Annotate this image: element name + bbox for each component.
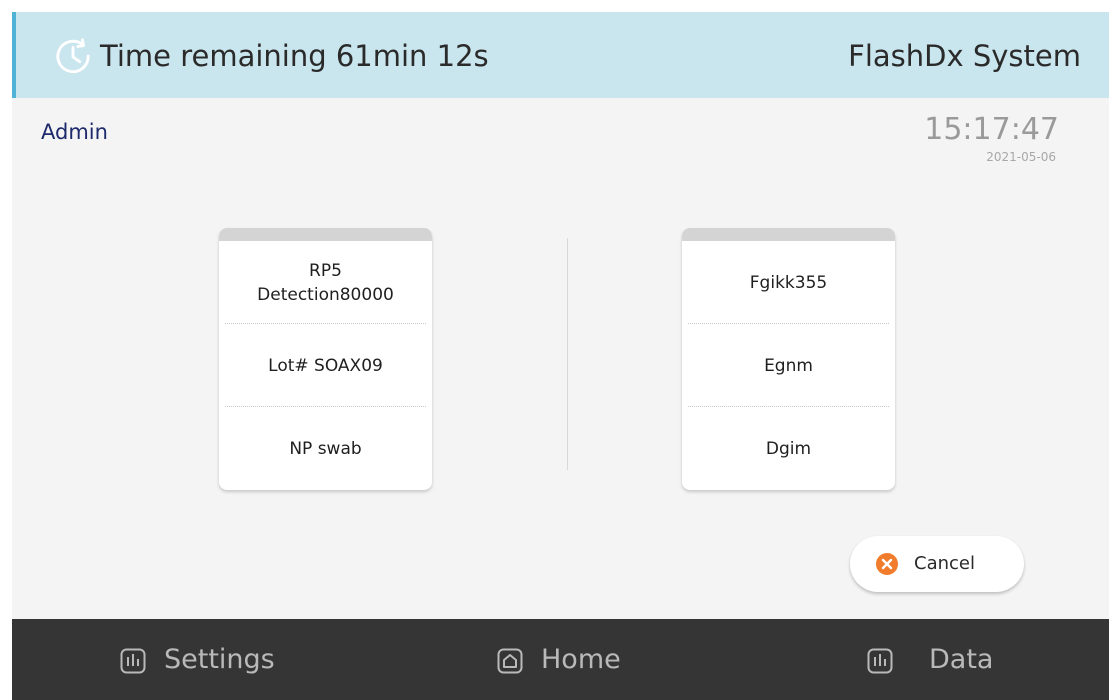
close-circle-icon xyxy=(876,553,898,575)
card-header-strip xyxy=(219,228,432,241)
cancel-label: Cancel xyxy=(914,553,975,574)
sample-field-2: Egnm xyxy=(764,355,813,376)
test-detection-name: Detection80000 xyxy=(257,284,394,305)
vertical-divider xyxy=(567,238,568,470)
clock-time: 15:17:47 xyxy=(924,112,1059,147)
sample-field-1: Fgikk355 xyxy=(749,272,828,293)
home-icon xyxy=(497,648,523,674)
sample-type-cell: NP swab xyxy=(289,438,362,459)
test-panel-name: RP5 xyxy=(309,260,342,281)
cancel-button[interactable]: Cancel xyxy=(850,536,1024,592)
lot-number-cell: Lot# SOAX09 xyxy=(268,355,383,376)
time-remaining-label: Time remaining 61min 12s xyxy=(100,39,489,73)
nav-home[interactable]: Home xyxy=(497,619,657,700)
nav-data-label: Data xyxy=(929,644,994,675)
test-name-cell: RP5 Detection80000 xyxy=(219,241,432,324)
test-info-card: RP5 Detection80000 Lot# SOAX09 NP swab xyxy=(219,228,432,490)
system-name: FlashDx System xyxy=(848,39,1081,73)
nav-settings[interactable]: Settings xyxy=(120,619,300,700)
user-name: Admin xyxy=(41,120,108,144)
card-header-strip xyxy=(682,228,895,241)
header-bar: Time remaining 61min 12s FlashDx System xyxy=(12,12,1109,98)
clock-date: 2021-05-06 xyxy=(986,150,1056,164)
app-screen: Time remaining 61min 12s FlashDx System … xyxy=(12,12,1109,700)
bottom-nav: Settings Home Data xyxy=(12,619,1109,700)
sample-info-card: Fgikk355 Egnm Dgim xyxy=(682,228,895,490)
bar-chart-icon xyxy=(120,648,146,674)
clock-refresh-icon xyxy=(56,38,90,74)
nav-data[interactable]: Data xyxy=(867,619,1007,700)
nav-home-label: Home xyxy=(541,644,621,675)
bar-chart-icon xyxy=(867,648,893,674)
nav-settings-label: Settings xyxy=(164,644,275,675)
sample-field-3: Dgim xyxy=(765,438,812,459)
